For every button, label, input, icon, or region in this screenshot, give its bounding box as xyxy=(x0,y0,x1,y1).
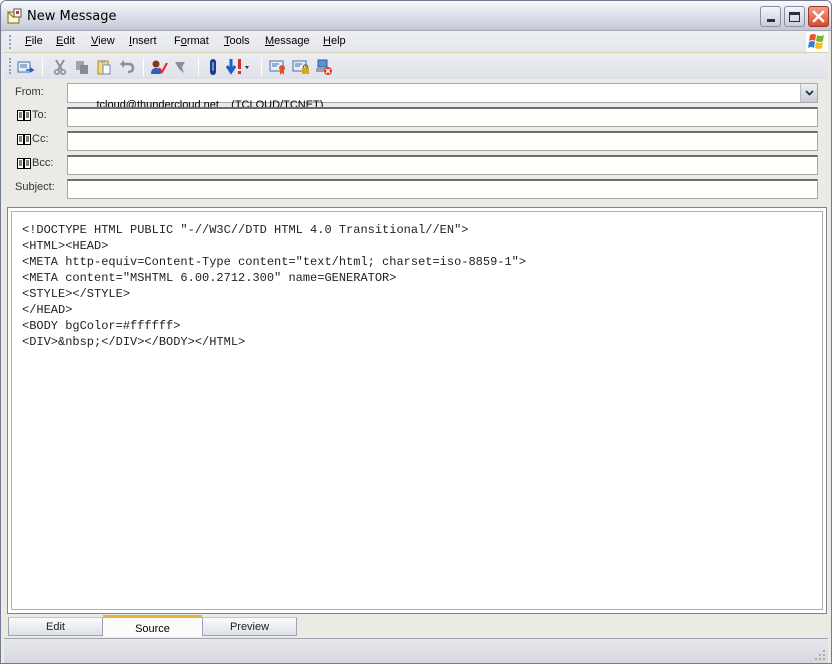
tab-preview[interactable]: Preview xyxy=(202,617,297,636)
to-row: To: xyxy=(4,105,828,127)
source-line: <!DOCTYPE HTML PUBLIC "-//W3C//DTD HTML … xyxy=(22,223,469,237)
message-header: From: tcloud@thundercloud.net (TCLOUD/TC… xyxy=(4,79,828,205)
check-names-button[interactable] xyxy=(149,57,169,77)
menu-edit[interactable]: Edit xyxy=(56,35,75,47)
source-line: </HEAD> xyxy=(22,303,73,317)
menu-file[interactable]: File xyxy=(25,35,43,47)
send-icon xyxy=(17,61,35,73)
maximize-icon xyxy=(789,11,800,22)
spelling-button[interactable] xyxy=(171,57,191,77)
subject-label: Subject: xyxy=(15,181,55,193)
undo-icon xyxy=(120,60,135,74)
minimize-button[interactable] xyxy=(760,6,781,27)
bcc-input[interactable] xyxy=(67,155,818,175)
cc-row: Cc: xyxy=(4,129,828,151)
resize-grip-icon[interactable] xyxy=(814,649,826,661)
encrypt-button[interactable] xyxy=(291,57,311,77)
window-title: New Message xyxy=(27,9,117,24)
priority-button[interactable] xyxy=(226,57,250,77)
to-input[interactable] xyxy=(67,107,818,127)
menu-insert[interactable]: Insert xyxy=(129,35,157,47)
sign-certificate-icon xyxy=(269,60,285,75)
to-label[interactable]: To: xyxy=(32,109,47,121)
close-button[interactable] xyxy=(808,6,829,27)
bcc-row: Bcc: xyxy=(4,153,828,175)
cc-label[interactable]: Cc: xyxy=(32,133,49,145)
attach-button[interactable] xyxy=(203,57,223,77)
view-tabs: Edit Source Preview xyxy=(8,615,828,637)
menu-format[interactable]: Format xyxy=(174,35,209,47)
cc-input[interactable] xyxy=(67,131,818,151)
encrypt-lock-icon xyxy=(292,60,309,74)
source-line: <DIV>&nbsp;</DIV></BODY></HTML> xyxy=(22,335,246,349)
title-bar[interactable]: New Message xyxy=(1,1,831,31)
menu-view[interactable]: View xyxy=(91,35,115,47)
source-line: <META http-equiv=Content-Type content="t… xyxy=(22,255,527,269)
menu-bar: File Edit View Insert Format Tools Messa… xyxy=(4,31,828,53)
toolbar xyxy=(4,54,828,79)
paperclip-icon xyxy=(210,59,216,75)
tab-source[interactable]: Source xyxy=(103,615,202,637)
from-row: From: tcloud@thundercloud.net (TCLOUD/TC… xyxy=(4,79,828,111)
windows-logo-icon xyxy=(806,32,828,52)
subject-row: Subject: xyxy=(4,177,828,199)
work-offline-button[interactable] xyxy=(314,57,334,77)
new-message-window: New Message File Edit View Insert Format… xyxy=(0,0,832,664)
spelling-icon xyxy=(175,62,185,73)
address-book-icon[interactable] xyxy=(17,158,31,169)
menu-help[interactable]: Help xyxy=(323,35,346,47)
menubar-grip[interactable] xyxy=(9,35,11,49)
paste-icon xyxy=(97,60,111,75)
undo-button[interactable] xyxy=(117,57,137,77)
address-book-icon[interactable] xyxy=(17,134,31,145)
scissors-icon xyxy=(54,59,66,75)
copy-icon xyxy=(76,61,88,74)
send-button[interactable] xyxy=(16,57,36,77)
address-book-icon[interactable] xyxy=(17,110,31,121)
paste-button[interactable] xyxy=(94,57,114,77)
maximize-button[interactable] xyxy=(784,6,805,27)
source-view[interactable]: <!DOCTYPE HTML PUBLIC "-//W3C//DTD HTML … xyxy=(11,211,823,610)
new-message-icon xyxy=(7,8,22,24)
source-line: <BODY bgColor=#ffffff> xyxy=(22,319,181,333)
from-dropdown-button[interactable] xyxy=(800,84,817,102)
priority-icon xyxy=(226,59,249,75)
cut-button[interactable] xyxy=(50,57,70,77)
source-line: <HTML><HEAD> xyxy=(22,239,109,253)
toolbar-grip[interactable] xyxy=(9,58,11,74)
html-source-text[interactable]: <!DOCTYPE HTML PUBLIC "-//W3C//DTD HTML … xyxy=(22,222,526,350)
offline-icon xyxy=(316,59,332,75)
copy-button[interactable] xyxy=(72,57,92,77)
status-bar xyxy=(4,638,828,663)
check-names-icon xyxy=(151,60,168,74)
tab-edit[interactable]: Edit xyxy=(8,617,103,636)
from-label: From: xyxy=(15,86,44,98)
menu-tools[interactable]: Tools xyxy=(224,35,250,47)
bcc-label[interactable]: Bcc: xyxy=(32,157,53,169)
sign-button[interactable] xyxy=(268,57,288,77)
close-icon xyxy=(812,10,825,23)
from-account-select[interactable]: tcloud@thundercloud.net (TCLOUD/TCNET) xyxy=(67,83,818,111)
source-line: <STYLE></STYLE> xyxy=(22,287,131,301)
menu-message[interactable]: Message xyxy=(265,35,310,47)
message-body-editor[interactable]: <!DOCTYPE HTML PUBLIC "-//W3C//DTD HTML … xyxy=(7,207,827,614)
chevron-down-icon xyxy=(804,90,814,96)
minimize-icon xyxy=(766,19,775,22)
subject-input[interactable] xyxy=(67,179,818,199)
source-line: <META content="MSHTML 6.00.2712.300" nam… xyxy=(22,271,397,285)
